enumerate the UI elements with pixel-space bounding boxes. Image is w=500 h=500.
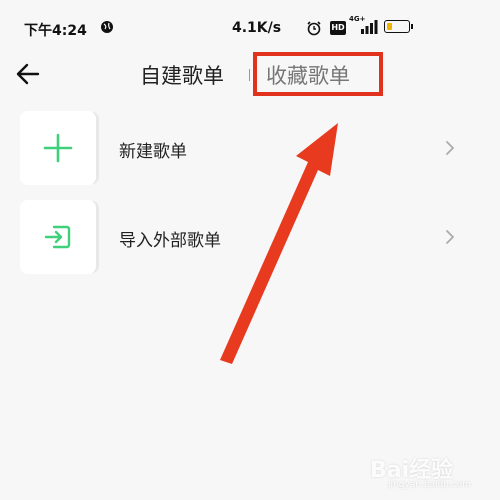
import-icon	[44, 225, 71, 249]
alarm-icon	[307, 21, 321, 36]
status-bar: 下午4:24 4.1K/s HD 4G+	[0, 0, 500, 50]
tab-divider	[249, 69, 250, 81]
signal-icon	[361, 20, 378, 34]
battery-fill	[387, 23, 392, 30]
globe-icon	[101, 21, 113, 33]
hd-badge: HD	[330, 21, 346, 35]
list-item-label: 导入外部歌单	[119, 231, 221, 251]
list-item-label: 新建歌单	[119, 142, 187, 162]
network-speed: 4.1K/s	[232, 20, 282, 36]
chevron-right-icon	[446, 230, 454, 244]
plus-icon	[43, 133, 73, 163]
highlight-box	[253, 52, 383, 96]
list-item-import-playlist[interactable]: 导入外部歌单	[20, 200, 480, 274]
list-item-new-playlist[interactable]: 新建歌单	[20, 111, 480, 185]
icon-box	[20, 111, 96, 185]
chevron-right-icon	[446, 141, 454, 155]
battery-icon	[384, 20, 413, 33]
watermark-url: jingyan.baidu.com	[388, 480, 472, 490]
status-time: 下午4:24	[24, 23, 87, 39]
tab-custom-playlist[interactable]: 自建歌单	[140, 60, 224, 90]
icon-box	[20, 200, 96, 274]
arrow-left-icon[interactable]	[14, 60, 42, 88]
